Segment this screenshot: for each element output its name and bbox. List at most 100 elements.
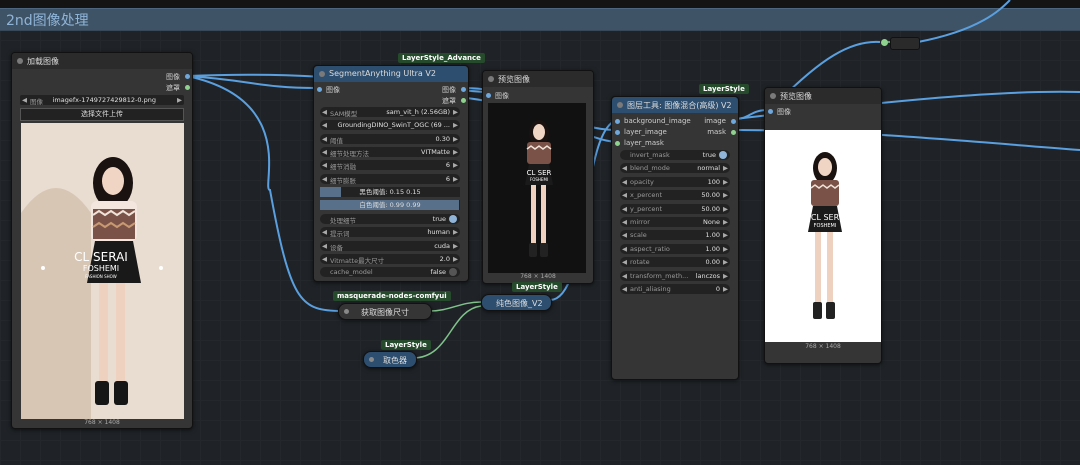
arrow-left-icon[interactable]: ◀	[322, 108, 327, 116]
blend-header[interactable]: 图层工具: 图像混合(高级) V2	[612, 97, 738, 113]
segment-header[interactable]: SegmentAnything Ultra V2	[314, 66, 468, 82]
blend-widget[interactable]: ◀ anti_aliasing 0 ▶	[620, 284, 730, 294]
output-port-image[interactable]	[185, 74, 190, 79]
arrow-right-icon[interactable]: ▶	[723, 218, 728, 226]
arrow-right-icon[interactable]: ▶	[723, 164, 728, 172]
black-point-slider[interactable]: 黑色阈值: 0.15 0.15	[320, 187, 460, 197]
arrow-right-icon[interactable]: ▶	[723, 191, 728, 199]
collapse-dot-icon[interactable]	[17, 58, 23, 64]
toggle-knob-icon[interactable]	[449, 215, 457, 223]
arrow-right-icon[interactable]: ▶	[723, 272, 728, 280]
load-image-header[interactable]: 加载图像	[12, 53, 192, 69]
arrow-right-icon[interactable]: ▶	[723, 231, 728, 239]
arrow-left-icon[interactable]: ◀	[622, 191, 627, 199]
arrow-right-icon[interactable]: ▶	[723, 205, 728, 213]
output-port-image[interactable]	[731, 119, 736, 124]
toggle-knob-icon[interactable]	[449, 268, 457, 277]
collapse-dot-icon[interactable]	[770, 93, 776, 99]
arrow-left-icon[interactable]: ◀	[322, 135, 327, 143]
blend-widget[interactable]: ◀ x_percent 50.00 ▶	[620, 190, 730, 201]
blend-widget[interactable]: ◀ aspect_ratio 1.00 ▶	[620, 243, 730, 254]
blend-widget[interactable]: ◀ y_percent 50.00 ▶	[620, 203, 730, 214]
image-blend-node[interactable]: 图层工具: 图像混合(高级) V2 background_image layer…	[611, 96, 739, 380]
blend-widget[interactable]: ◀ opacity 100 ▶	[620, 176, 730, 187]
input-port-layer-mask[interactable]	[615, 141, 620, 146]
output-port-mask[interactable]	[185, 85, 190, 90]
arrow-left-icon[interactable]: ◀	[622, 205, 627, 213]
upload-button[interactable]: 选择文件上传	[20, 108, 184, 121]
segment-widget[interactable]: cache_model false	[320, 267, 460, 278]
arrow-left-icon[interactable]: ◀	[622, 164, 627, 172]
image-select-combo[interactable]: ◀ 图像 imagefx-1749727429812-0.png ▶	[20, 95, 184, 106]
arrow-left-icon[interactable]: ◀	[322, 228, 327, 236]
arrow-left-icon[interactable]: ◀	[322, 242, 327, 250]
arrow-left-icon[interactable]: ◀	[622, 178, 627, 186]
input-port-image[interactable]	[768, 109, 773, 114]
arrow-right-icon[interactable]: ▶	[723, 178, 728, 186]
output-port-image[interactable]	[461, 87, 466, 92]
arrow-right-icon[interactable]: ▶	[453, 175, 458, 183]
solid-image-node[interactable]: 纯色图像_V2	[481, 294, 552, 311]
arrow-left-icon[interactable]: ◀	[22, 96, 27, 104]
collapse-dot-icon[interactable]	[617, 102, 623, 108]
collapse-dot-icon[interactable]	[344, 309, 349, 314]
input-port-layer-image[interactable]	[615, 130, 620, 135]
segment-widget[interactable]: ◀ 细节消融 6 ▶	[320, 160, 460, 171]
input-port-image[interactable]	[486, 93, 491, 98]
arrow-left-icon[interactable]: ◀	[622, 258, 627, 266]
collapse-dot-icon[interactable]	[319, 71, 325, 77]
arrow-right-icon[interactable]: ▶	[723, 285, 728, 293]
color-picker-node[interactable]: 取色器	[363, 351, 417, 368]
segment-widget[interactable]: ◀ 细节处理方法 VITMatte ▶	[320, 146, 460, 158]
arrow-left-icon[interactable]: ◀	[622, 218, 627, 226]
arrow-left-icon[interactable]: ◀	[622, 231, 627, 239]
input-port-background-image[interactable]	[615, 119, 620, 124]
segment-widget[interactable]: ◀ 阈值 0.30 ▶	[320, 133, 460, 145]
segment-widget[interactable]: ◀ SAM模型 sam_vit_h (2.56GB) ▶	[320, 107, 460, 118]
arrow-right-icon[interactable]: ▶	[453, 148, 458, 156]
arrow-right-icon[interactable]: ▶	[177, 96, 182, 104]
arrow-left-icon[interactable]: ◀	[622, 285, 627, 293]
arrow-right-icon[interactable]: ▶	[723, 245, 728, 253]
get-image-size-node[interactable]: 获取图像尺寸	[338, 303, 432, 320]
collapse-dot-icon[interactable]	[488, 76, 494, 82]
segment-widget[interactable]: ◀ 设备 cuda ▶	[320, 240, 460, 252]
arrow-right-icon[interactable]: ▶	[453, 242, 458, 250]
white-point-slider[interactable]: 白色阈值: 0.99 0.99	[320, 200, 460, 210]
arrow-left-icon[interactable]: ◀	[322, 148, 327, 156]
arrow-right-icon[interactable]: ▶	[453, 161, 458, 169]
segment-widget[interactable]: ◀ Vitmatte最大尺寸 2.0 ▶	[320, 253, 460, 265]
arrow-left-icon[interactable]: ◀	[322, 161, 327, 169]
preview-header[interactable]: 预览图像	[483, 71, 593, 87]
segment-anything-node[interactable]: SegmentAnything Ultra V2 图像 图像 遮罩 ◀ SAM模型…	[313, 65, 469, 282]
blend-widget[interactable]: ◀ blend_mode normal ▶	[620, 163, 730, 174]
segment-widget[interactable]: ◀ GroundingDINO_SwinT_OGC (69 ... ▶	[320, 120, 460, 131]
preview-image-node-1[interactable]: 预览图像 图像 CL SER FOSHEMI 768 × 1408	[482, 70, 594, 284]
preview-header[interactable]: 预览图像	[765, 88, 881, 104]
arrow-right-icon[interactable]: ▶	[453, 121, 458, 129]
toggle-knob-icon[interactable]	[719, 151, 727, 159]
segment-widget[interactable]: ◀ 细节膨胀 6 ▶	[320, 173, 460, 185]
arrow-right-icon[interactable]: ▶	[453, 108, 458, 116]
segment-widget[interactable]: ◀ 提示词 human ▶	[320, 227, 460, 238]
input-port-image[interactable]	[317, 87, 322, 92]
collapse-dot-icon[interactable]	[369, 357, 374, 362]
arrow-left-icon[interactable]: ◀	[622, 245, 627, 253]
arrow-left-icon[interactable]: ◀	[322, 121, 327, 129]
blend-widget[interactable]: ◀ scale 1.00 ▶	[620, 230, 730, 241]
blend-widget[interactable]: ◀ mirror None ▶	[620, 217, 730, 227]
arrow-right-icon[interactable]: ▶	[453, 255, 458, 263]
blend-widget[interactable]: invert_mask true	[620, 150, 730, 160]
arrow-right-icon[interactable]: ▶	[453, 135, 458, 143]
output-port-mask[interactable]	[461, 98, 466, 103]
arrow-right-icon[interactable]: ▶	[723, 258, 728, 266]
arrow-right-icon[interactable]: ▶	[453, 228, 458, 236]
reroute-node[interactable]	[890, 37, 920, 50]
segment-widget[interactable]: 处理细节 true	[320, 214, 460, 225]
preview-image-node-2[interactable]: 预览图像 图像 CL SER FOSHEMI 768 × 1408	[764, 87, 882, 364]
output-port-mask[interactable]	[731, 130, 736, 135]
blend-widget[interactable]: ◀ transform_meth... lanczos ▶	[620, 270, 730, 281]
load-image-node[interactable]: 加载图像 图像 遮罩 ◀ 图像 imagefx-1749727429812-0.…	[11, 52, 193, 429]
blend-widget[interactable]: ◀ rotate 0.00 ▶	[620, 257, 730, 268]
arrow-left-icon[interactable]: ◀	[322, 255, 327, 263]
